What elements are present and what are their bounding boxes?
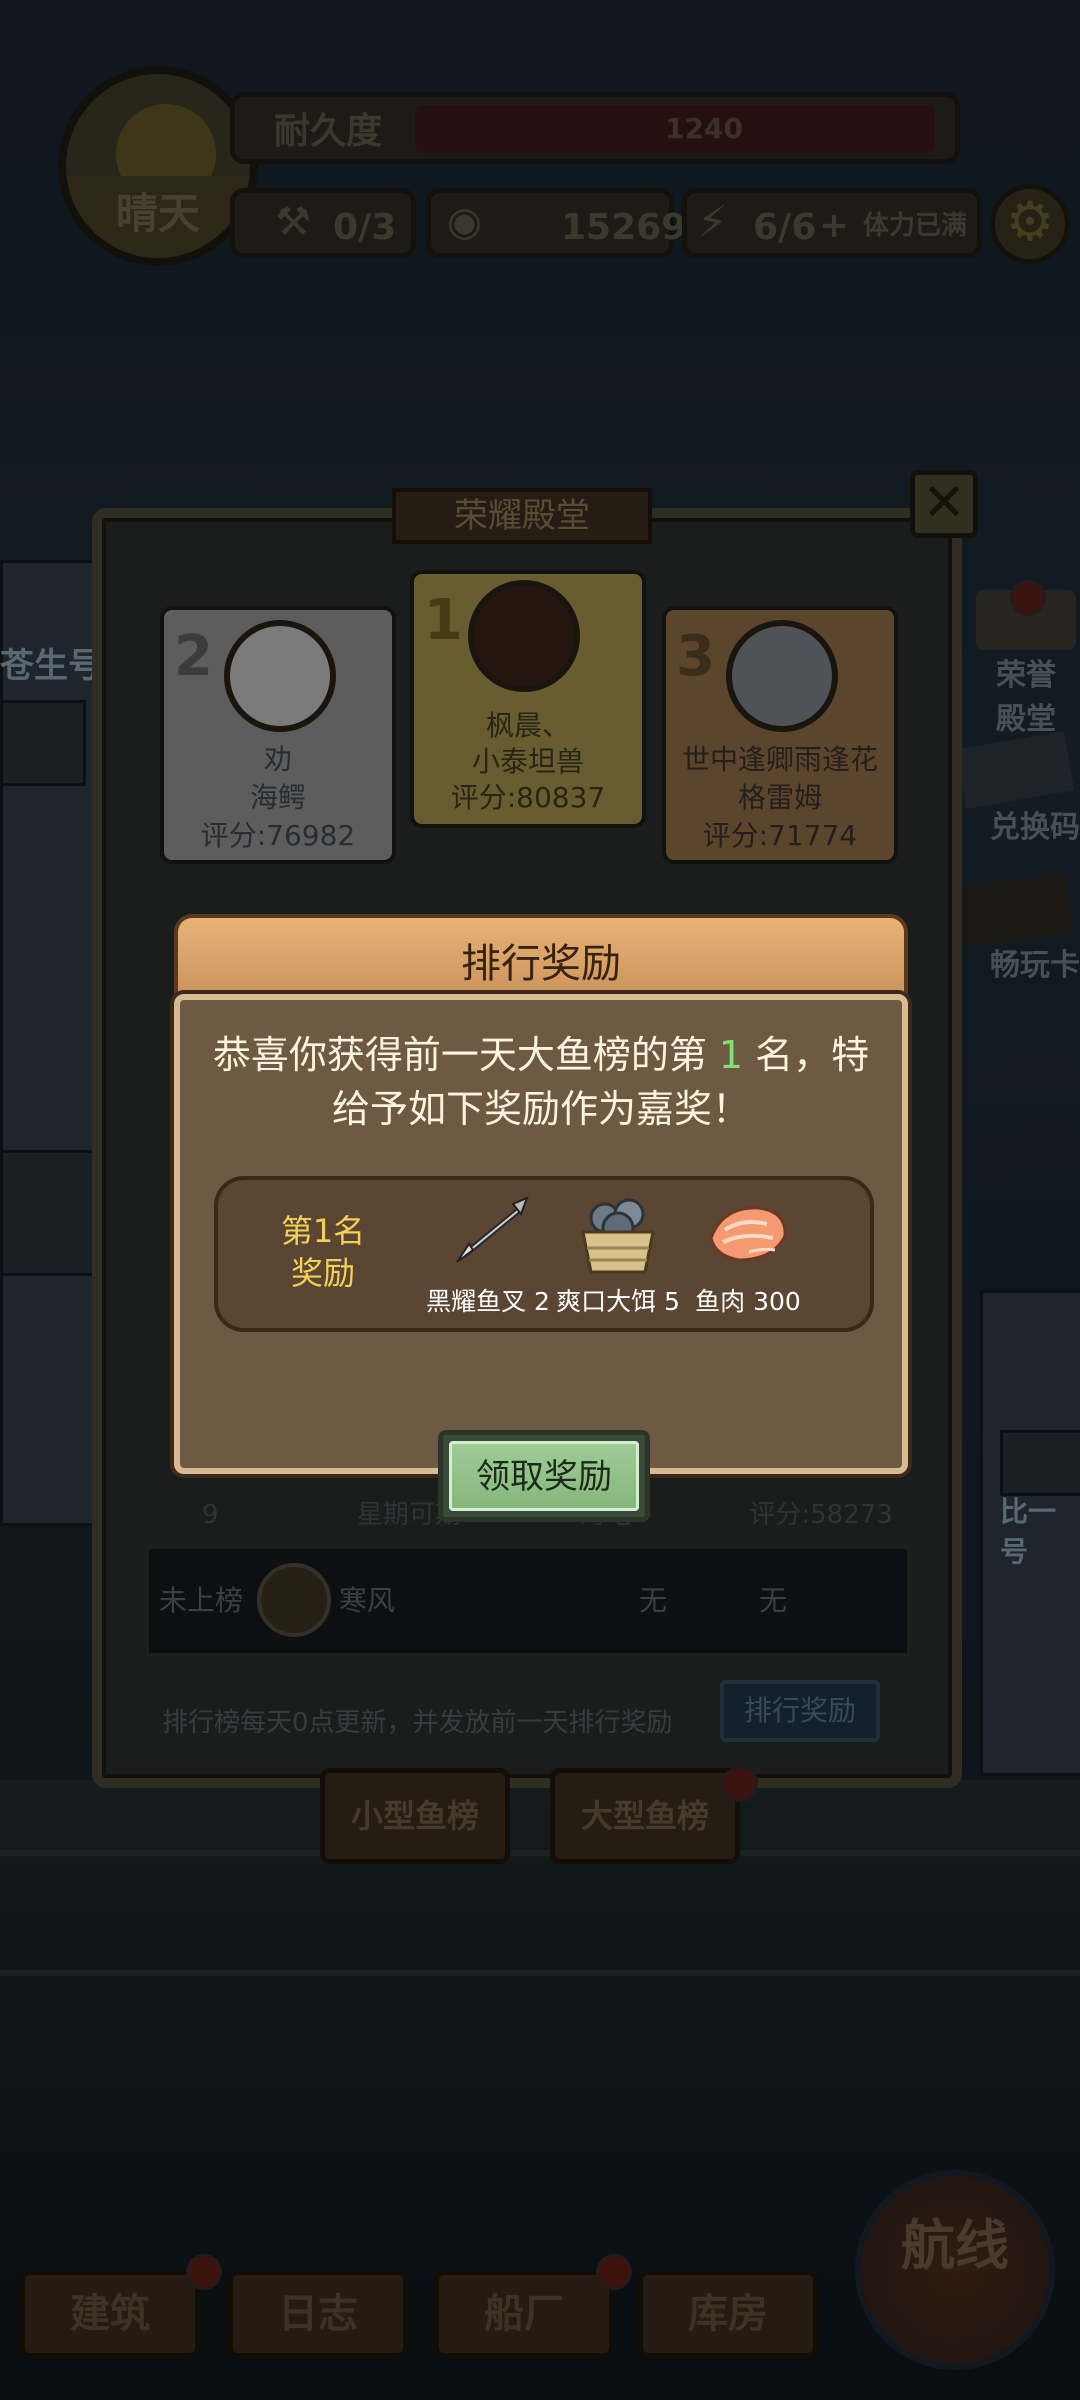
congrats-text: 名，特 bbox=[743, 1033, 870, 1077]
congrats-line-1: 恭喜你获得前一天大鱼榜的第 1 名，特 bbox=[180, 1024, 902, 1079]
dialog-body: 恭喜你获得前一天大鱼榜的第 1 名，特 给予如下奖励作为嘉奖！ 第1名 奖励 黑 bbox=[174, 994, 908, 1522]
claim-reward-button[interactable]: 领取奖励 bbox=[438, 1430, 650, 1522]
reward-name: 黑耀鱼叉 2 bbox=[426, 1287, 550, 1316]
reward-name: 鱼肉 300 bbox=[695, 1287, 801, 1316]
rank-highlight: 1 bbox=[718, 1033, 744, 1077]
reward-rank-label: 第1名 bbox=[280, 1212, 366, 1250]
reward-item[interactable]: 黑耀鱼叉 2 bbox=[418, 1190, 558, 1318]
fish-meat-icon bbox=[703, 1190, 793, 1276]
reward-item[interactable]: 鱼肉 300 bbox=[678, 1190, 818, 1318]
reward-box: 第1名 奖励 黑耀鱼叉 2 爽口大饵 5 鱼肉 300 bbox=[214, 1176, 874, 1332]
reward-label: 第1名 奖励 bbox=[268, 1210, 378, 1294]
reward-item[interactable]: 爽口大饵 5 bbox=[548, 1190, 688, 1318]
bait-basket-icon bbox=[573, 1190, 663, 1276]
reward-word-label: 奖励 bbox=[290, 1254, 355, 1292]
claim-reward-label: 领取奖励 bbox=[449, 1441, 639, 1511]
rank-reward-dialog: 排行奖励 恭喜你获得前一天大鱼榜的第 1 名，特 给予如下奖励作为嘉奖！ 第1名… bbox=[174, 914, 908, 1522]
reward-name: 爽口大饵 5 bbox=[556, 1287, 680, 1316]
harpoon-icon bbox=[443, 1190, 533, 1276]
congrats-line-2: 给予如下奖励作为嘉奖！ bbox=[331, 1087, 750, 1131]
congrats-text: 恭喜你获得前一天大鱼榜的第 bbox=[212, 1033, 719, 1077]
